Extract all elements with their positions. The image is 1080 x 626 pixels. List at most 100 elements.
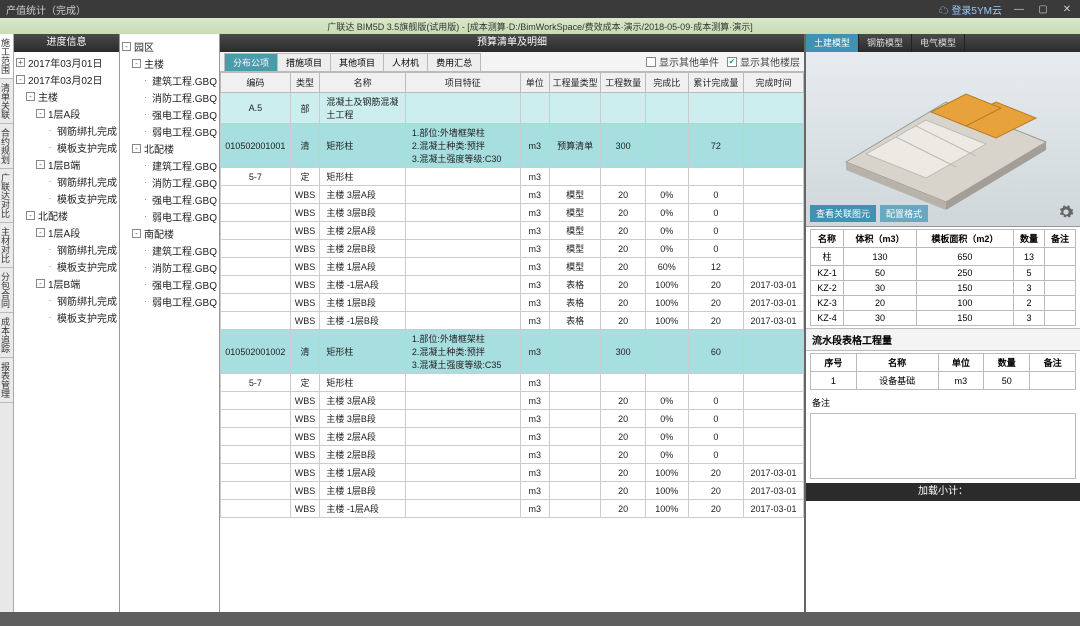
table-row[interactable]: WBS主楼 1层A段m3模型2060%12 (221, 258, 804, 276)
center-tab-1[interactable]: 措施项目 (277, 53, 331, 71)
tree-node[interactable]: -南配楼 (120, 225, 219, 242)
zone-tree[interactable]: -园区-主楼·建筑工程.GBQ·消防工程.GBQ·强电工程.GBQ·弱电工程.G… (120, 34, 219, 612)
progress-tree[interactable]: +2017年03月01日-2017年03月02日-主楼-1层A段·钢筋绑扎完成·… (14, 52, 119, 612)
maximize-button[interactable]: ▢ (1036, 3, 1050, 15)
table-row[interactable]: 010502001001清矩形柱1.部位:外墙框架柱2.混凝土种类:预拌3.混凝… (221, 124, 804, 168)
table-row[interactable]: KZ-3201002 (811, 296, 1076, 311)
tree-node[interactable]: ·钢筋绑扎完成 (14, 122, 119, 139)
table-row[interactable]: WBS主楼 2层B段m3模型200%0 (221, 240, 804, 258)
table-row[interactable]: 1设备基础m350 (811, 372, 1076, 390)
table-row[interactable]: WBS主楼 2层A段m3模型200%0 (221, 222, 804, 240)
cloud-login[interactable]: ☁ 登录5YM云 (939, 2, 1002, 17)
collapse-icon[interactable]: - (122, 42, 131, 51)
rail-tab-5[interactable]: 分包合同 (0, 268, 13, 313)
collapse-icon[interactable]: - (132, 59, 141, 68)
table-row[interactable]: WBS主楼 2层A段m3200%0 (221, 428, 804, 446)
tree-node[interactable]: ·建筑工程.GBQ (120, 157, 219, 174)
tree-node[interactable]: ·钢筋绑扎完成 (14, 292, 119, 309)
col-header[interactable]: 名称 (811, 230, 844, 248)
rail-tab-4[interactable]: 主材对比 (0, 223, 13, 268)
tree-node[interactable]: ·模板支护完成 (14, 190, 119, 207)
tree-node[interactable]: +2017年03月01日 (14, 54, 119, 71)
tree-node[interactable]: ·弱电工程.GBQ (120, 208, 219, 225)
model-viewer[interactable]: 查看关联图元 配置格式 (806, 52, 1080, 227)
table-row[interactable]: WBS主楼 -1层B段m3表格20100%202017-03-01 (221, 312, 804, 330)
col-header[interactable]: 名称 (320, 73, 405, 93)
tree-node[interactable]: -1层B端 (14, 156, 119, 173)
table-row[interactable]: WBS主楼 -1层A段m3表格20100%202017-03-01 (221, 276, 804, 294)
check-show-other-a[interactable]: 显示其他单件 (646, 54, 719, 69)
col-header[interactable]: 数量 (1013, 230, 1044, 248)
tree-node[interactable]: -北配楼 (14, 207, 119, 224)
collapse-icon[interactable]: - (132, 144, 141, 153)
table-row[interactable]: 柱13065013 (811, 248, 1076, 266)
tree-node[interactable]: ·钢筋绑扎完成 (14, 241, 119, 258)
tree-node[interactable]: ·模板支护完成 (14, 309, 119, 326)
col-header[interactable]: 类型 (290, 73, 320, 93)
table-row[interactable]: KZ-1502505 (811, 266, 1076, 281)
col-header[interactable]: 单位 (520, 73, 549, 93)
right-tab-1[interactable]: 钢筋模型 (859, 34, 912, 52)
col-header[interactable]: 序号 (811, 354, 857, 372)
tree-node[interactable]: ·强电工程.GBQ (120, 276, 219, 293)
table-row[interactable]: WBS主楼 3层A段m3模型200%0 (221, 186, 804, 204)
table-row[interactable]: 010502001002清矩形柱1.部位:外墙框架柱2.混凝土种类:预拌3.混凝… (221, 330, 804, 374)
tree-node[interactable]: ·消防工程.GBQ (120, 259, 219, 276)
expand-icon[interactable]: + (16, 58, 25, 67)
tree-node[interactable]: -1层A段 (14, 105, 119, 122)
right-tab-2[interactable]: 电气模型 (912, 34, 965, 52)
col-header[interactable]: 模板面积（m2） (916, 230, 1013, 248)
tree-node[interactable]: ·建筑工程.GBQ (120, 242, 219, 259)
tree-node[interactable]: -主楼 (120, 55, 219, 72)
col-header[interactable]: 数量 (984, 354, 1030, 372)
center-tab-2[interactable]: 其他项目 (330, 53, 384, 71)
table-row[interactable]: WBS主楼 3层B段m3模型200%0 (221, 204, 804, 222)
tree-node[interactable]: ·弱电工程.GBQ (120, 293, 219, 310)
gear-icon[interactable] (1058, 204, 1074, 220)
tree-node[interactable]: ·建筑工程.GBQ (120, 72, 219, 89)
right-tab-0[interactable]: 土建模型 (806, 34, 859, 52)
col-header[interactable]: 项目特征 (405, 73, 520, 93)
tree-node[interactable]: -1层A段 (14, 224, 119, 241)
tree-node[interactable]: -主楼 (14, 88, 119, 105)
col-header[interactable]: 累计完成量 (688, 73, 743, 93)
collapse-icon[interactable]: - (36, 160, 45, 169)
tree-node[interactable]: ·强电工程.GBQ (120, 191, 219, 208)
tree-node[interactable]: ·消防工程.GBQ (120, 89, 219, 106)
center-tab-3[interactable]: 人材机 (383, 53, 428, 71)
collapse-icon[interactable]: - (36, 279, 45, 288)
table-row[interactable]: WBS主楼 1层B段m320100%202017-03-01 (221, 482, 804, 500)
table-row[interactable]: KZ-2301503 (811, 281, 1076, 296)
rail-tab-6[interactable]: 成本追踪 (0, 313, 13, 358)
tree-node[interactable]: -1层B端 (14, 275, 119, 292)
close-button[interactable]: ✕ (1060, 3, 1074, 15)
center-tab-4[interactable]: 费用汇总 (427, 53, 481, 71)
tree-node[interactable]: ·强电工程.GBQ (120, 106, 219, 123)
table-row[interactable]: 5-7定矩形柱m3 (221, 374, 804, 392)
rail-tab-7[interactable]: 报表管理 (0, 358, 13, 403)
col-header[interactable]: 单位 (938, 354, 984, 372)
col-header[interactable]: 完成比 (645, 73, 688, 93)
tree-node[interactable]: ·消防工程.GBQ (120, 174, 219, 191)
tree-node[interactable]: ·弱电工程.GBQ (120, 123, 219, 140)
rail-tab-2[interactable]: 合约规划 (0, 124, 13, 169)
table-row[interactable]: WBS主楼 1层A段m320100%202017-03-01 (221, 464, 804, 482)
table-row[interactable]: WBS主楼 3层B段m3200%0 (221, 410, 804, 428)
table-row[interactable]: KZ-4301503 (811, 311, 1076, 326)
collapse-icon[interactable]: - (16, 75, 25, 84)
col-header[interactable]: 备注 (1030, 354, 1076, 372)
table-row[interactable]: WBS主楼 3层A段m3200%0 (221, 392, 804, 410)
col-header[interactable]: 备注 (1044, 230, 1075, 248)
tree-node[interactable]: -园区 (120, 38, 219, 55)
col-header[interactable]: 编码 (221, 73, 291, 93)
col-header[interactable]: 工程数量 (601, 73, 645, 93)
table-row[interactable]: WBS主楼 2层B段m3200%0 (221, 446, 804, 464)
tree-node[interactable]: -2017年03月02日 (14, 71, 119, 88)
col-header[interactable]: 名称 (856, 354, 938, 372)
collapse-icon[interactable]: - (132, 229, 141, 238)
tree-node[interactable]: ·模板支护完成 (14, 139, 119, 156)
collapse-icon[interactable]: - (26, 92, 35, 101)
budget-grid[interactable]: 编码类型名称项目特征单位工程量类型工程数量完成比累计完成量完成时间A.5部混凝土… (220, 72, 804, 612)
col-header[interactable]: 工程量类型 (549, 73, 600, 93)
view-related-button[interactable]: 查看关联图元 (810, 205, 876, 222)
